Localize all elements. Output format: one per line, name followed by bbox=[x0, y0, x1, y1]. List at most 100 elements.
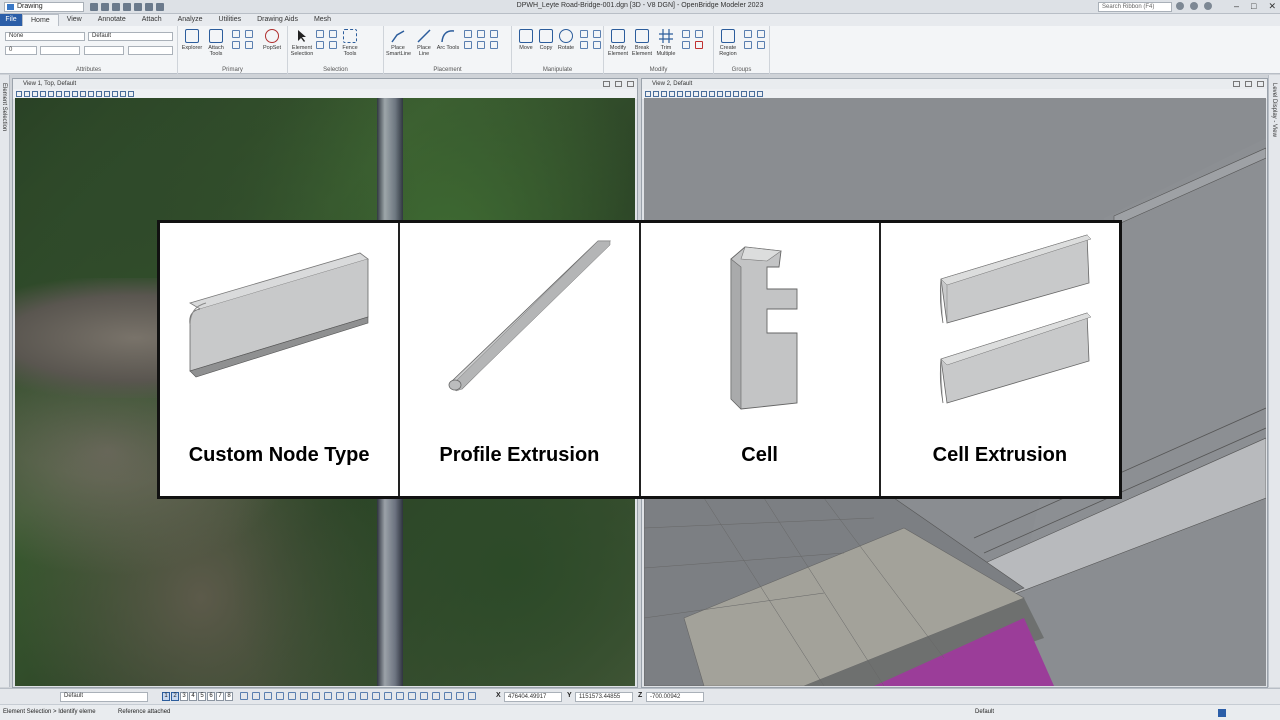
close-icon[interactable]: ✕ bbox=[1268, 1, 1276, 12]
tool-icon[interactable] bbox=[749, 91, 755, 97]
attach-tools-button[interactable]: Attach Tools bbox=[204, 29, 228, 57]
clip-volume-icon[interactable] bbox=[104, 91, 110, 97]
fence-tools-button[interactable]: Fence Tools bbox=[338, 29, 362, 57]
tool-icon[interactable] bbox=[593, 41, 601, 49]
tool-icon[interactable] bbox=[329, 30, 337, 38]
tab-drawing-aids[interactable]: Drawing Aids bbox=[249, 14, 306, 26]
rotate-view-icon[interactable] bbox=[701, 91, 707, 97]
tool-icon[interactable] bbox=[744, 30, 752, 38]
snap-icon[interactable] bbox=[252, 692, 260, 700]
element-selection-dock-tab[interactable]: Element Selection bbox=[1, 83, 7, 131]
zoom-out-icon[interactable] bbox=[677, 91, 683, 97]
level-combo[interactable]: None bbox=[5, 32, 85, 41]
maximize-icon[interactable] bbox=[1245, 81, 1252, 87]
minimize-icon[interactable]: – bbox=[1234, 1, 1239, 12]
view-4-toggle[interactable]: 4 bbox=[189, 692, 197, 701]
snap-icon[interactable] bbox=[456, 692, 464, 700]
tool-icon[interactable] bbox=[112, 91, 118, 97]
view-2-toggle[interactable]: 2 bbox=[171, 692, 179, 701]
tool-icon[interactable] bbox=[580, 30, 588, 38]
tool-icon[interactable] bbox=[757, 91, 763, 97]
user-icon[interactable] bbox=[1190, 2, 1198, 10]
snap-icon[interactable] bbox=[432, 692, 440, 700]
polygon-icon[interactable] bbox=[464, 41, 472, 49]
snap-icon[interactable] bbox=[336, 692, 344, 700]
tool-icon[interactable] bbox=[744, 41, 752, 49]
transparency-combo[interactable] bbox=[128, 46, 173, 55]
snap-icon[interactable] bbox=[420, 692, 428, 700]
snap-icon[interactable] bbox=[348, 692, 356, 700]
window-area-icon[interactable] bbox=[685, 91, 691, 97]
view-next-icon[interactable] bbox=[725, 91, 731, 97]
tool-icon[interactable] bbox=[580, 41, 588, 49]
fit-view-icon[interactable] bbox=[693, 91, 699, 97]
circle-icon[interactable] bbox=[464, 30, 472, 38]
tab-utilities[interactable]: Utilities bbox=[211, 14, 250, 26]
rotate-button[interactable]: Rotate bbox=[554, 29, 578, 51]
minimize-icon[interactable] bbox=[603, 81, 610, 87]
tool-icon[interactable] bbox=[682, 41, 690, 49]
weight-combo[interactable]: 0 bbox=[5, 46, 37, 55]
tab-analyze[interactable]: Analyze bbox=[170, 14, 211, 26]
tool-icon[interactable] bbox=[682, 30, 690, 38]
z-coordinate-field[interactable]: -700.00942 bbox=[646, 692, 704, 702]
snap-icon[interactable] bbox=[396, 692, 404, 700]
tool-icon[interactable] bbox=[316, 41, 324, 49]
view-1-toggle[interactable]: 1 bbox=[162, 692, 170, 701]
snap-icon[interactable] bbox=[408, 692, 416, 700]
place-line-button[interactable]: Place Line bbox=[412, 29, 436, 57]
search-ribbon-input[interactable]: Search Ribbon (F4) bbox=[1098, 2, 1172, 12]
tool-icon[interactable] bbox=[757, 30, 765, 38]
tool-icon[interactable] bbox=[329, 41, 337, 49]
maximize-icon[interactable]: □ bbox=[1251, 1, 1256, 12]
tab-annotate[interactable]: Annotate bbox=[90, 14, 134, 26]
snap-icon[interactable] bbox=[324, 692, 332, 700]
zoom-in-icon[interactable] bbox=[669, 91, 675, 97]
tool-icon[interactable] bbox=[120, 91, 126, 97]
snap-icon[interactable] bbox=[264, 692, 272, 700]
modify-element-button[interactable]: Modify Element bbox=[606, 29, 630, 57]
clip-volume-icon[interactable] bbox=[733, 91, 739, 97]
update-view-icon[interactable] bbox=[32, 91, 38, 97]
pan-view-icon[interactable] bbox=[80, 91, 86, 97]
rotate-view-icon[interactable] bbox=[72, 91, 78, 97]
snap-icon[interactable] bbox=[276, 692, 284, 700]
fit-view-icon[interactable] bbox=[64, 91, 70, 97]
tool-icon[interactable] bbox=[757, 41, 765, 49]
snap-icon[interactable] bbox=[300, 692, 308, 700]
minimize-icon[interactable] bbox=[1233, 81, 1240, 87]
snap-icon[interactable] bbox=[240, 692, 248, 700]
pan-view-icon[interactable] bbox=[709, 91, 715, 97]
snap-icon[interactable] bbox=[384, 692, 392, 700]
snap-icon[interactable] bbox=[312, 692, 320, 700]
help-icon[interactable] bbox=[1204, 2, 1212, 10]
tool-icon[interactable] bbox=[245, 41, 253, 49]
linestyle-combo[interactable] bbox=[84, 46, 124, 55]
view-attributes-icon[interactable] bbox=[645, 91, 651, 97]
break-element-button[interactable]: Break Element bbox=[630, 29, 654, 57]
view-5-toggle[interactable]: 5 bbox=[198, 692, 206, 701]
update-view-icon[interactable] bbox=[661, 91, 667, 97]
view-next-icon[interactable] bbox=[96, 91, 102, 97]
zoom-in-icon[interactable] bbox=[40, 91, 46, 97]
tool-icon[interactable] bbox=[477, 30, 485, 38]
view-attributes-icon[interactable] bbox=[16, 91, 22, 97]
tab-view[interactable]: View bbox=[59, 14, 90, 26]
maximize-icon[interactable] bbox=[615, 81, 622, 87]
style-combo[interactable]: Default bbox=[88, 32, 173, 41]
tab-home[interactable]: Home bbox=[22, 14, 59, 26]
snap-icon[interactable] bbox=[444, 692, 452, 700]
tool-icon[interactable] bbox=[128, 91, 134, 97]
tool-icon[interactable] bbox=[490, 30, 498, 38]
tool-icon[interactable] bbox=[245, 30, 253, 38]
popset-button[interactable]: PopSet bbox=[260, 29, 284, 51]
tool-icon[interactable] bbox=[316, 30, 324, 38]
level-display-dock-tab[interactable]: Level Display - View bbox=[1271, 83, 1277, 137]
create-region-button[interactable]: Create Region bbox=[716, 29, 740, 57]
close-icon[interactable] bbox=[627, 81, 634, 87]
snap-icon[interactable] bbox=[288, 692, 296, 700]
notification-icon[interactable] bbox=[1218, 709, 1226, 717]
y-coordinate-field[interactable]: 1151573.44855 bbox=[575, 692, 633, 702]
view-6-toggle[interactable]: 6 bbox=[207, 692, 215, 701]
trim-multiple-button[interactable]: Trim Multiple bbox=[654, 29, 678, 57]
